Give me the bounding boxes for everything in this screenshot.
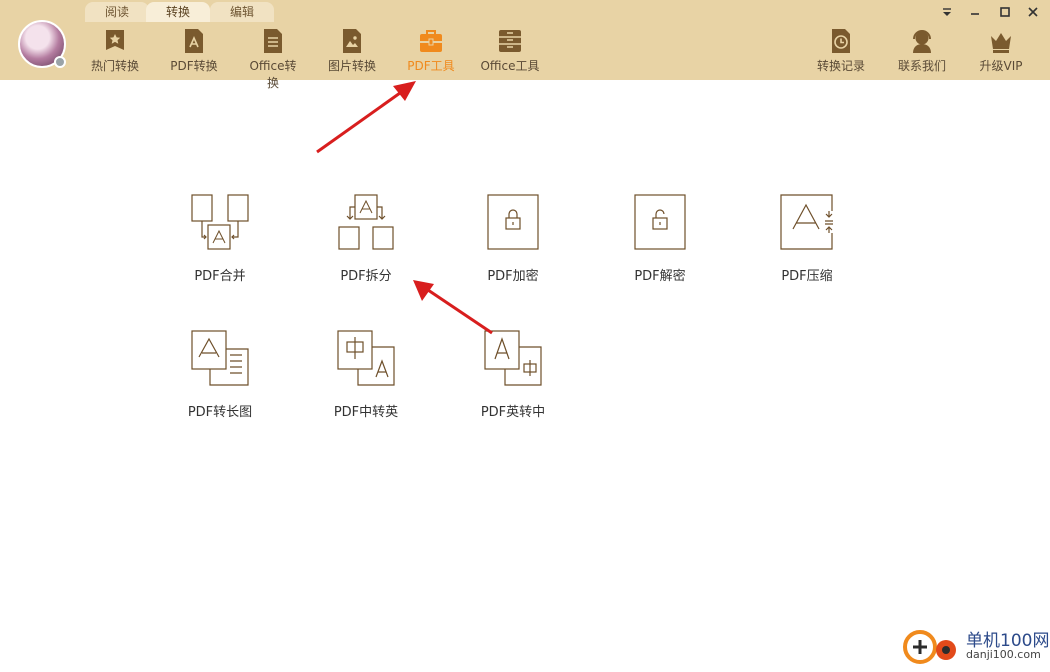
arrow-to-pdf-tools [316,81,416,154]
watermark-url: danji100.com [966,648,1041,661]
arrow-to-pdf-split [413,280,493,335]
watermark: 单机100网 danji100.com [900,626,1050,668]
watermark-logo-icon [903,630,956,664]
annotation-arrows [316,81,493,335]
